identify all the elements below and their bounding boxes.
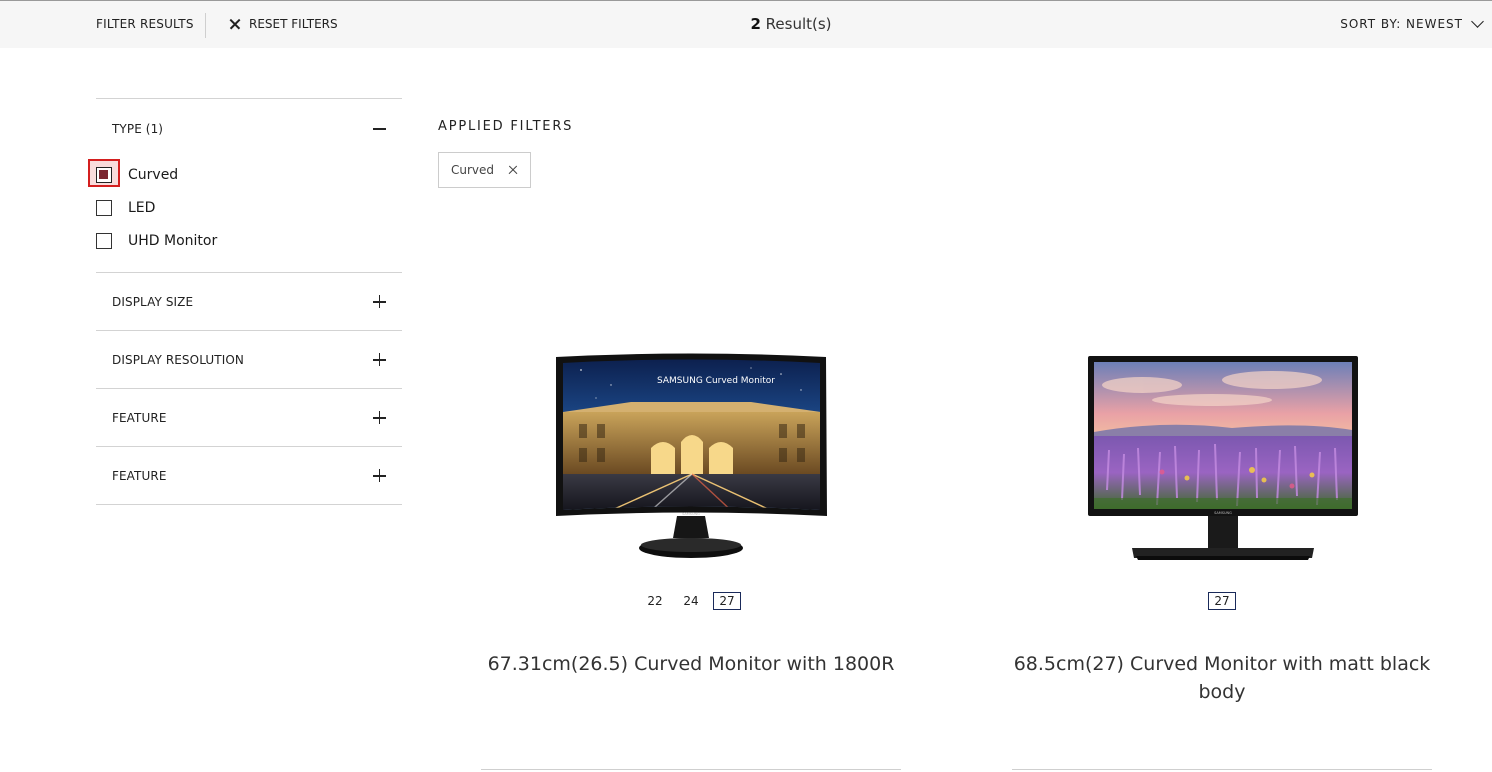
applied-filters-title: APPLIED FILTERS [438, 119, 574, 134]
type-options: Curved LED UHD Monitor [88, 157, 402, 272]
product-card: SAMSUNG 27 68.5cm(27) Curved Monitor wit… [1012, 340, 1432, 770]
filter-section-title: FEATURE [112, 469, 167, 483]
applied-filter-chip[interactable]: Curved [438, 152, 531, 188]
filter-section-display-resolution: DISPLAY RESOLUTION [96, 331, 402, 389]
uhd-monitor-checkbox[interactable] [96, 232, 112, 249]
sort-label: SORT BY: NEWEST [1340, 17, 1463, 31]
filter-option-curved[interactable]: Curved [88, 158, 402, 191]
product-card: SAMSUNG Curved Monitor SAMSUNG 22 24 27 … [481, 340, 901, 770]
filter-sidebar: TYPE (1) Curved LED UHD Monitor DISPLAY … [88, 98, 402, 505]
filter-option-uhd-monitor[interactable]: UHD Monitor [96, 224, 402, 257]
filter-section-feature: FEATURE [96, 389, 402, 447]
filter-section-feature-2-header[interactable]: FEATURE [96, 447, 402, 504]
filter-option-label: UHD Monitor [128, 232, 218, 249]
filter-section-title: FEATURE [112, 411, 167, 425]
minus-icon[interactable] [373, 122, 386, 135]
filter-section-type-header[interactable]: TYPE (1) [96, 99, 402, 157]
results-count-suffix: Result(s) [760, 15, 832, 33]
filter-option-label: LED [128, 199, 156, 216]
size-options: 27 [1012, 592, 1432, 610]
product-image[interactable]: SAMSUNG Curved Monitor SAMSUNG [481, 340, 901, 566]
filter-section-display-size: DISPLAY SIZE [96, 273, 402, 331]
led-checkbox[interactable] [96, 199, 112, 216]
bezel-brand-text: SAMSUNG [682, 512, 700, 516]
filter-section-feature-header[interactable]: FEATURE [96, 389, 402, 446]
size-option-27[interactable]: 27 [713, 592, 741, 610]
product-card-divider [481, 769, 901, 770]
flat-monitor-image: SAMSUNG [1088, 356, 1358, 560]
plus-icon[interactable] [373, 411, 386, 424]
plus-icon[interactable] [373, 353, 386, 366]
size-option-22[interactable]: 22 [641, 592, 669, 610]
filter-section-title: DISPLAY SIZE [112, 295, 194, 309]
filter-option-label: Curved [128, 166, 179, 183]
plus-icon[interactable] [373, 295, 386, 308]
results-count: 2 Result(s) [0, 15, 1492, 33]
product-name[interactable]: 67.31cm(26.5) Curved Monitor with 1800R [481, 650, 901, 678]
remove-filter-icon[interactable] [508, 165, 518, 175]
plus-icon[interactable] [373, 469, 386, 482]
screen-title-text: SAMSUNG Curved Monitor [657, 376, 775, 386]
chevron-down-icon [1471, 14, 1484, 28]
checkbox-wrapper [88, 158, 120, 187]
results-toolbar: FILTER RESULTS RESET FILTERS 2 Result(s)… [0, 0, 1492, 48]
product-name[interactable]: 68.5cm(27) Curved Monitor with matt blac… [1012, 650, 1432, 706]
filter-section-display-size-header[interactable]: DISPLAY SIZE [96, 273, 402, 330]
filter-section-type: TYPE (1) Curved LED UHD Monitor [88, 99, 402, 273]
results-count-number: 2 [750, 15, 761, 33]
sort-dropdown[interactable]: SORT BY: NEWEST [1340, 14, 1488, 31]
size-option-24[interactable]: 24 [677, 592, 705, 610]
applied-filter-chip-label: Curved [451, 163, 495, 177]
filter-section-display-resolution-header[interactable]: DISPLAY RESOLUTION [96, 331, 402, 388]
filter-section-feature-2: FEATURE [96, 447, 402, 505]
product-card-divider [1012, 769, 1432, 770]
size-options: 22 24 27 [481, 592, 901, 610]
size-option-27[interactable]: 27 [1208, 592, 1236, 610]
product-image[interactable]: SAMSUNG [1012, 340, 1432, 566]
filter-section-title: TYPE (1) [112, 122, 164, 136]
curved-checkbox[interactable] [96, 166, 112, 183]
filter-option-led[interactable]: LED [96, 191, 402, 224]
curved-monitor-image: SAMSUNG Curved Monitor SAMSUNG [556, 353, 827, 558]
bezel-brand-text: SAMSUNG [1214, 511, 1232, 515]
filter-section-title: DISPLAY RESOLUTION [112, 353, 244, 367]
